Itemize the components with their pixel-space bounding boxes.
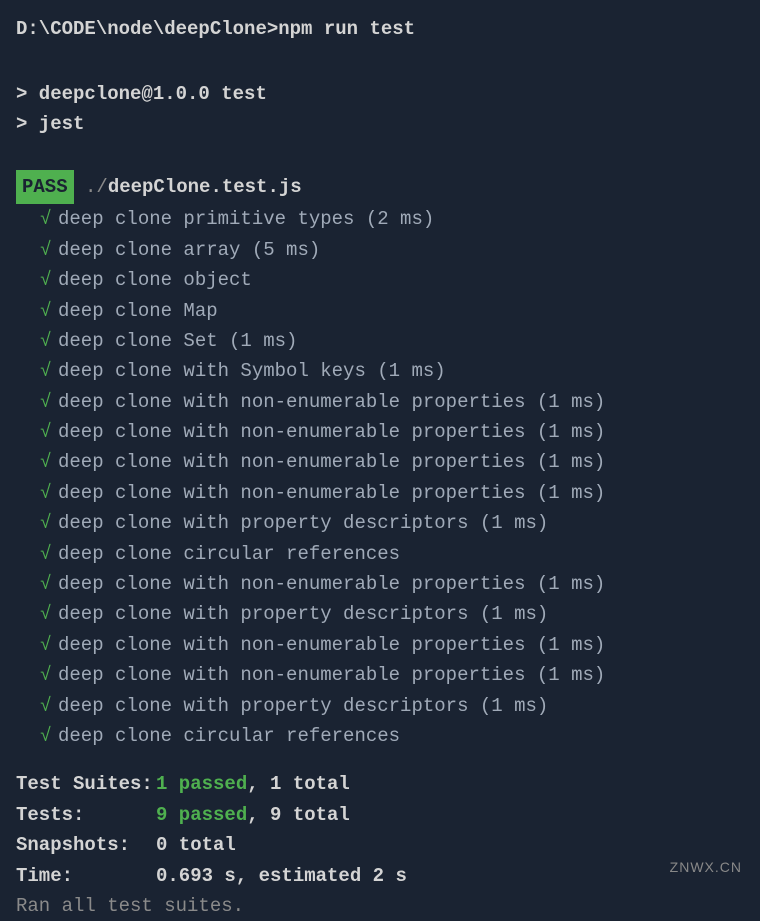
test-results-list: √deep clone primitive types (2 ms)√deep … [16, 204, 744, 751]
test-name: deep clone with non-enumerable propertie… [58, 391, 605, 413]
check-icon: √ [40, 356, 58, 386]
test-result-row: √deep clone Set (1 ms) [16, 326, 744, 356]
test-file-header: PASS ./deepClone.test.js [16, 170, 744, 204]
test-result-row: √deep clone circular references [16, 721, 744, 751]
check-icon: √ [40, 447, 58, 477]
summary-tests-passed: 9 passed [156, 804, 247, 826]
summary-suites: Test Suites:1 passed, 1 total [16, 769, 744, 799]
test-name: deep clone array (5 ms) [58, 239, 320, 261]
test-name: deep clone with non-enumerable propertie… [58, 482, 605, 504]
summary-time-label: Time: [16, 861, 156, 891]
check-icon: √ [40, 204, 58, 234]
test-result-row: √deep clone with non-enumerable properti… [16, 569, 744, 599]
test-result-row: √deep clone with non-enumerable properti… [16, 387, 744, 417]
test-name: deep clone with property descriptors (1 … [58, 512, 548, 534]
test-result-row: √deep clone with Symbol keys (1 ms) [16, 356, 744, 386]
test-name: deep clone circular references [58, 543, 400, 565]
npm-script-line: > deepclone@1.0.0 test [16, 79, 744, 109]
test-name: deep clone with non-enumerable propertie… [58, 664, 605, 686]
test-name: deep clone with Symbol keys (1 ms) [58, 360, 446, 382]
check-icon: √ [40, 630, 58, 660]
test-name: deep clone with property descriptors (1 … [58, 603, 548, 625]
test-name: deep clone circular references [58, 725, 400, 747]
blank-line [16, 48, 744, 78]
jest-line: > jest [16, 109, 744, 139]
test-name: deep clone Map [58, 300, 218, 322]
summary-time: Time:0.693 s, estimated 2 s [16, 861, 744, 891]
test-result-row: √deep clone object [16, 265, 744, 295]
check-icon: √ [40, 508, 58, 538]
test-name: deep clone with non-enumerable propertie… [58, 634, 605, 656]
test-result-row: √deep clone circular references [16, 539, 744, 569]
check-icon: √ [40, 599, 58, 629]
watermark: ZNWX.CN [670, 856, 742, 878]
check-icon: √ [40, 417, 58, 447]
summary-tests: Tests:9 passed, 9 total [16, 800, 744, 830]
test-result-row: √deep clone with non-enumerable properti… [16, 478, 744, 508]
check-icon: √ [40, 691, 58, 721]
test-result-row: √deep clone Map [16, 296, 744, 326]
check-icon: √ [40, 539, 58, 569]
summary-suites-passed: 1 passed [156, 773, 247, 795]
test-result-row: √deep clone primitive types (2 ms) [16, 204, 744, 234]
test-file-path: ./ [74, 176, 108, 198]
test-name: deep clone with property descriptors (1 … [58, 695, 548, 717]
test-result-row: √deep clone with non-enumerable properti… [16, 660, 744, 690]
check-icon: √ [40, 721, 58, 751]
test-name: deep clone with non-enumerable propertie… [58, 451, 605, 473]
test-name: deep clone primitive types (2 ms) [58, 208, 434, 230]
test-result-row: √deep clone with non-enumerable properti… [16, 630, 744, 660]
check-icon: √ [40, 265, 58, 295]
test-name: deep clone Set (1 ms) [58, 330, 297, 352]
test-result-row: √deep clone with non-enumerable properti… [16, 417, 744, 447]
test-file-name: deepClone.test.js [108, 176, 302, 198]
test-result-row: √deep clone array (5 ms) [16, 235, 744, 265]
summary-snapshots: Snapshots:0 total [16, 830, 744, 860]
check-icon: √ [40, 296, 58, 326]
check-icon: √ [40, 326, 58, 356]
summary-suites-total: , 1 total [247, 773, 350, 795]
command-prompt: D:\CODE\node\deepClone>npm run test [16, 14, 744, 44]
test-result-row: √deep clone with property descriptors (1… [16, 599, 744, 629]
summary-snapshots-label: Snapshots: [16, 830, 156, 860]
blank-line [16, 140, 744, 170]
test-result-row: √deep clone with property descriptors (1… [16, 691, 744, 721]
summary-tests-total: , 9 total [247, 804, 350, 826]
test-summary: Test Suites:1 passed, 1 total Tests:9 pa… [16, 769, 744, 891]
summary-tests-label: Tests: [16, 800, 156, 830]
check-icon: √ [40, 478, 58, 508]
summary-suites-label: Test Suites: [16, 769, 156, 799]
summary-time-value: 0.693 s, estimated 2 s [156, 865, 407, 887]
check-icon: √ [40, 387, 58, 417]
check-icon: √ [40, 569, 58, 599]
ran-all-tests-line: Ran all test suites. [16, 891, 744, 921]
check-icon: √ [40, 660, 58, 690]
summary-snapshots-value: 0 total [156, 834, 236, 856]
pass-badge: PASS [16, 170, 74, 204]
test-result-row: √deep clone with non-enumerable properti… [16, 447, 744, 477]
test-name: deep clone with non-enumerable propertie… [58, 573, 605, 595]
test-result-row: √deep clone with property descriptors (1… [16, 508, 744, 538]
check-icon: √ [40, 235, 58, 265]
test-name: deep clone with non-enumerable propertie… [58, 421, 605, 443]
test-name: deep clone object [58, 269, 252, 291]
